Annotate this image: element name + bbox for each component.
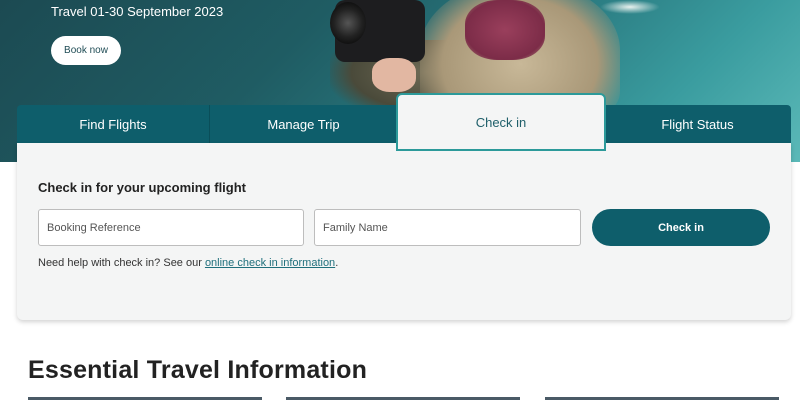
tab-check-in[interactable]: Check in bbox=[396, 93, 606, 151]
essential-travel-heading: Essential Travel Information bbox=[28, 356, 368, 384]
hero-scarf-image bbox=[465, 0, 545, 60]
check-in-panel: Check in for your upcoming flight Check … bbox=[17, 143, 791, 320]
help-text-suffix: . bbox=[335, 257, 339, 269]
tab-find-flights[interactable]: Find Flights bbox=[17, 105, 210, 143]
hero-hand-image bbox=[372, 58, 416, 92]
hero-camera-lens-image bbox=[330, 2, 366, 44]
check-in-help-text: Need help with check in? See our online … bbox=[38, 257, 338, 269]
hero-subtitle: Travel 01-30 September 2023 bbox=[51, 4, 224, 19]
check-in-title: Check in for your upcoming flight bbox=[38, 180, 246, 195]
family-name-input[interactable] bbox=[314, 209, 581, 246]
help-text-prefix: Need help with check in? See our bbox=[38, 257, 205, 269]
booking-reference-input[interactable] bbox=[38, 209, 304, 246]
book-now-button[interactable]: Book now bbox=[51, 36, 121, 65]
tab-flight-status[interactable]: Flight Status bbox=[604, 105, 791, 143]
online-check-in-info-link[interactable]: online check in information bbox=[205, 257, 335, 269]
hero-coast-image bbox=[600, 0, 660, 14]
check-in-button[interactable]: Check in bbox=[592, 209, 770, 246]
tab-manage-trip[interactable]: Manage Trip bbox=[210, 105, 397, 143]
